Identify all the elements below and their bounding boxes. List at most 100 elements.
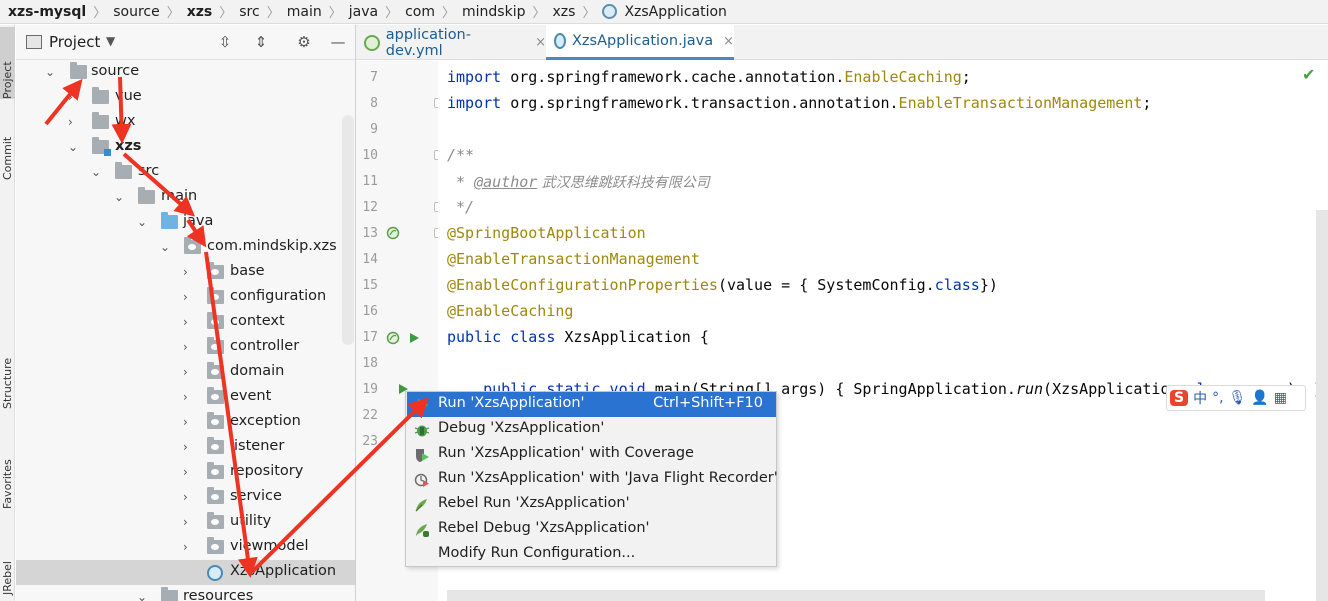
chevron-right-icon[interactable]: › [183,366,195,378]
tree-node-base[interactable]: › base [16,260,355,285]
editor-horizontal-scrollbar[interactable] [447,590,1265,601]
breadcrumb-item[interactable]: src 〉 [235,2,282,22]
ime-punctuation-toggle[interactable]: °, [1212,390,1223,406]
breadcrumb-item[interactable]: mindskip 〉 [458,2,548,22]
tool-window-structure[interactable]: Structure [0,325,15,409]
tree-node-context[interactable]: › context [16,310,355,335]
chevron-right-icon[interactable]: › [183,391,195,403]
tree-node-xzs[interactable]: ⌄ xzs [16,135,355,160]
menu-item-modify-run-config[interactable]: Modify Run Configuration... [407,542,776,567]
ime-logo[interactable]: S [1170,390,1189,406]
spring-bean-icon[interactable] [386,331,400,345]
breadcrumb-item[interactable]: XzsApplication [598,4,730,20]
chevron-right-icon[interactable]: › [183,491,195,503]
breadcrumb-item[interactable]: xzs-mysql 〉 [4,2,109,22]
chevron-right-icon[interactable]: › [68,91,80,103]
menu-item-run-coverage[interactable]: Run 'XzsApplication' with Coverage [407,442,776,467]
project-tree-scrollbar[interactable] [342,115,354,345]
chevron-right-icon[interactable]: › [183,416,195,428]
package-icon [207,487,224,504]
chevron-right-icon[interactable]: › [183,466,195,478]
chevron-down-icon[interactable]: ⌄ [160,241,172,253]
tree-node-resources[interactable]: ⌄ resources [16,585,355,601]
tree-node-configuration[interactable]: › configuration [16,285,355,310]
tree-node-repository[interactable]: › repository [16,460,355,485]
breadcrumb-item[interactable]: source 〉 [109,2,183,22]
chevron-down-icon[interactable]: ▼ [106,34,115,48]
grid-icon[interactable]: ▦ [1274,390,1287,406]
tree-node-exception[interactable]: › exception [16,410,355,435]
menu-item-run-jfr[interactable]: Run 'XzsApplication' with 'Java Flight R… [407,467,778,492]
chevron-down-icon[interactable]: ⌄ [137,216,149,228]
tree-node-src[interactable]: ⌄ src [16,160,355,185]
menu-item-label: Run 'XzsApplication' with Coverage [438,445,694,461]
code-token: ; [961,68,971,86]
breadcrumb-item[interactable]: main 〉 [283,2,345,22]
menu-item-debug[interactable]: Debug 'XzsApplication' [407,417,776,442]
breadcrumb-item[interactable]: com 〉 [401,2,458,22]
editor-vertical-scrollbar[interactable] [1316,210,1328,601]
tree-node-vue[interactable]: › vue [16,85,355,110]
minimize-icon[interactable]: — [329,33,347,51]
tree-node-utility[interactable]: › utility [16,510,355,535]
tree-node-wx[interactable]: › wx [16,110,355,135]
breadcrumb-item[interactable]: xzs 〉 [183,2,236,22]
run-context-menu: Run 'XzsApplication' Ctrl+Shift+F10 Debu… [405,391,778,567]
gear-icon[interactable]: ⚙ [295,33,313,51]
chevron-right-icon[interactable]: › [68,116,80,128]
breadcrumb-item[interactable]: java 〉 [345,2,401,22]
tree-node-xzsapplication[interactable]: XzsApplication [16,560,355,585]
tree-node-domain[interactable]: › domain [16,360,355,385]
menu-item-run[interactable]: Run 'XzsApplication' Ctrl+Shift+F10 [407,392,776,417]
ime-language-toggle[interactable]: 中 [1193,388,1207,408]
chevron-right-icon[interactable]: › [183,316,195,328]
tab-xzsapplication-java[interactable]: XzsApplication.java × [546,25,734,60]
tree-node-java[interactable]: ⌄ java [16,210,355,235]
chevron-down-icon[interactable]: ⌄ [114,191,126,203]
chevron-right-icon[interactable]: › [183,441,195,453]
chevron-down-icon[interactable]: ⌄ [68,141,80,153]
chevron-right-icon[interactable]: › [183,266,195,278]
breadcrumb-item[interactable]: xzs 〉 [549,2,599,22]
collapse-all-icon[interactable]: ⇕ [252,33,270,51]
menu-item-rebel-debug[interactable]: Rebel Debug 'XzsApplication' [407,517,776,542]
chevron-right-icon[interactable]: › [183,516,195,528]
tree-node-main[interactable]: ⌄ main [16,185,355,210]
menu-item-label: Rebel Debug 'XzsApplication' [438,520,650,536]
run-gutter-icon[interactable] [407,331,421,345]
chevron-right-icon[interactable]: › [183,341,195,353]
chevron-down-icon[interactable]: ⌄ [45,66,57,78]
close-icon[interactable]: × [723,34,734,49]
package-icon [207,387,224,404]
tree-node-package-root[interactable]: ⌄ com.mindskip.xzs [16,235,355,260]
user-icon[interactable]: 👤 [1251,390,1268,406]
tool-window-jrebel[interactable]: JRebel [0,529,15,595]
tab-application-dev-yml[interactable]: application-dev.yml × [356,25,546,60]
menu-item-rebel-run[interactable]: Rebel Run 'XzsApplication' [407,492,776,517]
tree-node-label: controller [230,338,300,354]
tree-node-listener[interactable]: › listener [16,435,355,460]
tree-node-controller[interactable]: › controller [16,335,355,360]
tree-node-source[interactable]: ⌄ source [16,60,355,85]
folder-icon [70,62,87,79]
tree-node-viewmodel[interactable]: › viewmodel [16,535,355,560]
tool-window-project[interactable]: Project [0,27,15,99]
chevron-down-icon[interactable]: ⌄ [91,166,103,178]
tree-node-event[interactable]: › event [16,385,355,410]
chevron-down-icon[interactable]: ⌄ [137,591,149,601]
tool-window-commit[interactable]: Commit [0,120,15,180]
spring-bean-icon[interactable] [386,226,400,240]
close-icon[interactable]: × [535,35,546,50]
project-panel-title[interactable]: Project [49,33,100,51]
tree-node-service[interactable]: › service [16,485,355,510]
line-number: 17 [362,330,378,345]
check-icon[interactable]: ✔ [1302,65,1315,84]
code-token: class [501,328,556,346]
microphone-icon[interactable]: 🎙 [1229,390,1247,406]
chevron-right-icon[interactable]: › [183,291,195,303]
code-token: XzsApplication { [555,328,709,346]
expand-all-icon[interactable]: ⇳ [216,33,234,51]
line-number: 15 [362,278,378,293]
tool-window-favorites[interactable]: Favorites [0,429,15,509]
chevron-right-icon[interactable]: › [183,541,195,553]
